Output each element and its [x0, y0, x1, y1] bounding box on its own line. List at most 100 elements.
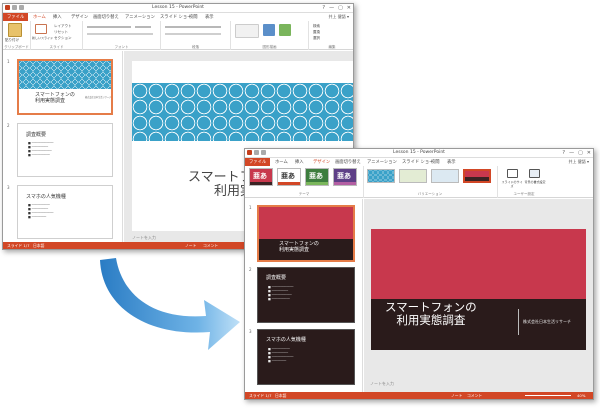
main-title[interactable]: スマートフォンの 利用実態調査 [385, 301, 477, 327]
title-bar: Lesson 15 - PowerPoint ? — ▢ ✕ [3, 4, 353, 13]
ribbon-design: 亜あ 亜あ 亜あ 亜あ テーマ バリエーション スライドのサイズ 背景の書式設定… [245, 166, 593, 198]
theme-thumbnail-2[interactable]: 亜あ [277, 168, 301, 186]
tab-design[interactable]: デザイン [313, 159, 330, 165]
font-format-buttons[interactable] [87, 33, 153, 35]
tab-view[interactable]: 表示 [205, 14, 214, 20]
tab-review[interactable]: 校閲 [431, 159, 440, 165]
slide-number: 2 [7, 123, 10, 128]
theme-thumbnail-3[interactable]: 亜あ [305, 168, 329, 186]
shapes-gallery[interactable] [235, 24, 259, 38]
maximize-icon[interactable]: ▢ [578, 150, 583, 156]
slide-number: 3 [249, 329, 252, 334]
group-label-editing: 編集 [328, 45, 336, 49]
tab-view[interactable]: 表示 [447, 159, 456, 165]
zoom-level[interactable]: 40% [577, 393, 585, 398]
tab-review[interactable]: 校閲 [189, 14, 198, 20]
tab-home[interactable]: ホーム [33, 14, 46, 20]
help-icon[interactable]: ? [562, 150, 565, 156]
close-icon[interactable]: ✕ [347, 5, 351, 11]
tab-file[interactable]: ファイル [3, 13, 29, 21]
tab-home[interactable]: ホーム [275, 159, 288, 165]
help-icon[interactable]: ? [322, 5, 325, 11]
user-name[interactable]: 井上 健語 ▾ [568, 159, 589, 165]
find-button[interactable]: 検索 [313, 24, 320, 29]
comments-button[interactable]: コメント [203, 243, 218, 249]
thumb-title: スマートフォンの 利用実態調査 [35, 92, 75, 104]
tab-slideshow[interactable]: スライド ショー [160, 14, 191, 20]
user-name[interactable]: 井上 健語 ▾ [328, 14, 349, 20]
close-icon[interactable]: ✕ [587, 150, 591, 156]
slide-thumbnail-2[interactable]: 調査概要 ■ ──────────── ■ ───────── ■ ────────… [17, 123, 113, 177]
align-buttons[interactable] [165, 33, 221, 35]
background-format-button[interactable]: 背景の書式設定 [523, 180, 547, 184]
section-button[interactable]: セクション [54, 36, 72, 41]
slide-number: 3 [7, 185, 10, 190]
notes-button[interactable]: ノート [185, 243, 196, 249]
minimize-icon[interactable]: — [329, 5, 334, 11]
tab-transitions[interactable]: 画面切り替え [335, 159, 361, 165]
slide-thumbnail-1[interactable]: スマートフォンの 利用実態調査 [257, 205, 355, 262]
theme-thumbnail-1[interactable]: 亜あ [249, 168, 273, 186]
variant-thumbnail-4[interactable] [463, 169, 491, 183]
slide-thumbnail-3[interactable]: スマホの人気機種 ■ ────────── ■ ───────── ■ ──────… [17, 185, 113, 239]
select-button[interactable]: 選択 [313, 36, 320, 41]
title-bar: Lesson 15 - PowerPoint ? — ▢ ✕ [245, 149, 593, 158]
thumbnail-pane[interactable]: 1 スマートフォンの 利用実態調査 2 調査概要 ■ ──────────── ■… [245, 199, 363, 392]
pattern-band [132, 83, 353, 141]
variant-thumbnail-3[interactable] [431, 169, 459, 183]
layout-button[interactable]: レイアウト [54, 24, 72, 29]
notes-placeholder[interactable]: ノートを入力 [132, 235, 156, 241]
thumb-title: 調査概要 [26, 132, 47, 138]
ribbon-home: 貼り付け クリップボード 新しいスライド レイアウト リセット セクション スラ… [3, 21, 353, 50]
main-subtitle[interactable]: 株式会社日本生活リサーチ [523, 319, 571, 325]
new-slide-icon[interactable] [35, 24, 47, 34]
thumb-title: スマートフォンの 利用実態調査 [279, 241, 319, 253]
theme-thumbnail-4[interactable]: 亜あ [333, 168, 357, 186]
group-label-customize: ユーザー設定 [513, 192, 535, 196]
font-name-box[interactable] [87, 26, 131, 28]
tab-insert[interactable]: 挿入 [53, 14, 62, 20]
notes-button[interactable]: ノート [451, 393, 462, 399]
tab-slideshow[interactable]: スライド ショー [402, 159, 433, 165]
quick-styles-icon[interactable] [279, 24, 291, 36]
group-label-paragraph: 段落 [192, 45, 199, 49]
slide-size-icon[interactable] [507, 169, 518, 178]
zoom-slider[interactable] [525, 395, 571, 396]
tab-animations[interactable]: アニメーション [367, 159, 397, 165]
group-label-drawing: 図形描画 [262, 45, 277, 49]
reset-button[interactable]: リセット [54, 30, 68, 35]
arrange-icon[interactable] [263, 24, 275, 36]
new-slide-label[interactable]: 新しいスライド [32, 36, 53, 40]
replace-button[interactable]: 置換 [313, 30, 320, 35]
slide-editor[interactable]: スマートフォンの 利用実態調査 株式会社日本生活リサーチ ノートを入力 [364, 199, 593, 394]
group-label-clipboard: クリップボード [4, 45, 29, 49]
tab-design[interactable]: デザイン [71, 14, 88, 20]
slide-size-button[interactable]: スライドのサイズ [501, 180, 523, 188]
tab-animations[interactable]: アニメーション [125, 14, 155, 20]
slide-thumbnail-3[interactable]: スマホの人気機種 ■ ────────── ■ ───────── ■ ──────… [257, 329, 355, 385]
ribbon-tabs: ファイル ホーム 挿入 デザイン 画面切り替え アニメーション スライド ショー… [245, 158, 593, 166]
ribbon-group-slides: 新しいスライド レイアウト リセット セクション スライド [31, 21, 83, 50]
variant-thumbnail-1[interactable] [367, 169, 395, 183]
slide-thumbnail-1[interactable]: スマートフォンの 利用実態調査 株式会社日本生活リサーチ [17, 59, 113, 115]
list-buttons[interactable] [165, 26, 221, 28]
minimize-icon[interactable]: — [569, 150, 574, 156]
thumb-bullets: ■ ──────────── ■ ───────── ■ ─────────── ■ … [268, 285, 294, 301]
maximize-icon[interactable]: ▢ [338, 5, 343, 11]
tab-transitions[interactable]: 画面切り替え [93, 14, 119, 20]
notes-placeholder[interactable]: ノートを入力 [370, 381, 394, 387]
background-format-icon[interactable] [529, 169, 540, 178]
font-size-box[interactable] [135, 26, 151, 28]
language-status[interactable]: 日本語 [33, 243, 44, 249]
slide-thumbnail-2[interactable]: 調査概要 ■ ──────────── ■ ───────── ■ ────────… [257, 267, 355, 323]
variant-thumbnail-2[interactable] [399, 169, 427, 183]
thumb-title: スマホの人気機種 [26, 194, 66, 200]
slide-canvas[interactable]: スマートフォンの 利用実態調査 株式会社日本生活リサーチ [371, 229, 586, 350]
paste-icon[interactable] [8, 23, 22, 37]
tab-insert[interactable]: 挿入 [295, 159, 304, 165]
thumbnail-pane[interactable]: 1 スマートフォンの 利用実態調査 株式会社日本生活リサーチ 2 調査概要 ■ … [3, 51, 123, 244]
window-title: Lesson 15 - PowerPoint [152, 5, 204, 10]
comments-button[interactable]: コメント [467, 393, 482, 399]
language-status[interactable]: 日本語 [275, 393, 286, 399]
tab-file[interactable]: ファイル [245, 158, 271, 166]
